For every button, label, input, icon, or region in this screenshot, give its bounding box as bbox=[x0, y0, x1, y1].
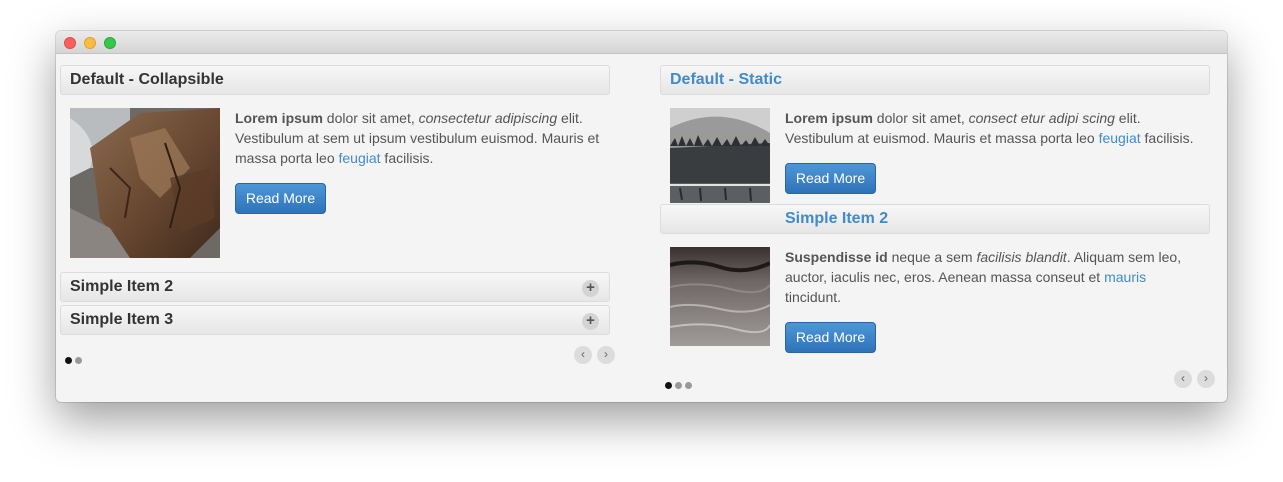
left-panel-title: Default - Collapsible bbox=[70, 71, 224, 88]
right-simple-item-2-header: Simple Item 2 bbox=[660, 204, 1210, 234]
right-read-more-button-2[interactable]: Read More bbox=[785, 322, 876, 353]
pager-dot[interactable] bbox=[685, 382, 692, 389]
left-item-text: Lorem ipsum dolor sit amet, consectetur … bbox=[235, 110, 600, 166]
right-simple-item-2-title: Simple Item 2 bbox=[785, 210, 889, 227]
right-item2-text: Suspendisse id neque a sem facilisis bla… bbox=[785, 249, 1182, 305]
rock-thumbnail bbox=[70, 108, 220, 258]
right-item1-text: Lorem ipsum dolor sit amet, consect etur… bbox=[785, 110, 1194, 146]
left-prev-arrow[interactable]: ‹ bbox=[574, 346, 592, 364]
left-panel-header[interactable]: Default - Collapsible bbox=[60, 65, 610, 95]
right-pager bbox=[665, 376, 695, 394]
window-titlebar bbox=[56, 31, 1227, 54]
plus-icon[interactable]: + bbox=[582, 313, 599, 330]
pager-dot[interactable] bbox=[75, 357, 82, 364]
plus-icon[interactable]: + bbox=[582, 280, 599, 297]
left-pager bbox=[65, 351, 85, 369]
left-next-arrow[interactable]: › bbox=[597, 346, 615, 364]
right-panel-header: Default - Static bbox=[660, 65, 1210, 95]
simple-item-3-label: Simple Item 3 bbox=[70, 311, 174, 328]
pager-dot[interactable] bbox=[65, 357, 72, 364]
forest-thumbnail bbox=[670, 108, 770, 203]
simple-item-3-header[interactable]: Simple Item 3 + bbox=[60, 305, 610, 335]
right-read-more-button-1[interactable]: Read More bbox=[785, 163, 876, 194]
minimize-window-button[interactable] bbox=[84, 37, 96, 49]
feugiat-link[interactable]: feugiat bbox=[339, 150, 381, 166]
pager-dot[interactable] bbox=[665, 382, 672, 389]
right-panel-title: Default - Static bbox=[670, 71, 783, 88]
right-prev-arrow[interactable]: ‹ bbox=[1174, 370, 1192, 388]
right-next-arrow[interactable]: › bbox=[1197, 370, 1215, 388]
browser-window: Default - Collapsible Lorem ipsum dolor … bbox=[56, 31, 1227, 402]
water-thumbnail bbox=[670, 247, 770, 346]
left-read-more-button[interactable]: Read More bbox=[235, 183, 326, 214]
feugiat-link[interactable]: feugiat bbox=[1099, 130, 1141, 146]
pager-dot[interactable] bbox=[675, 382, 682, 389]
close-window-button[interactable] bbox=[64, 37, 76, 49]
maximize-window-button[interactable] bbox=[104, 37, 116, 49]
mauris-link[interactable]: mauris bbox=[1104, 269, 1146, 285]
simple-item-2-label: Simple Item 2 bbox=[70, 278, 174, 295]
simple-item-2-header[interactable]: Simple Item 2 + bbox=[60, 272, 610, 302]
